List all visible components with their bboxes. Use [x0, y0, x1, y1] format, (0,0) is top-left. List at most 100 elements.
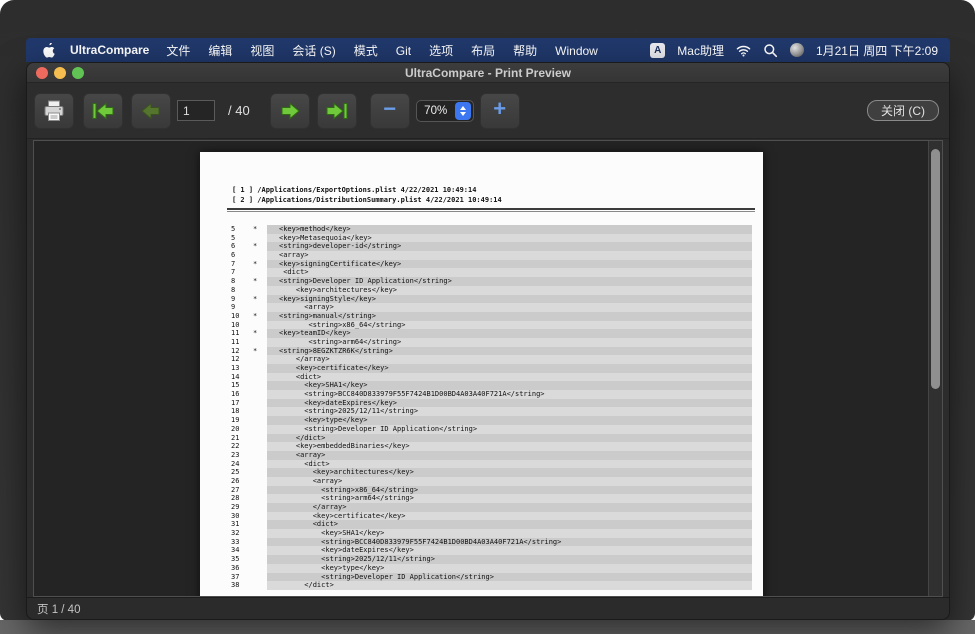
change-marker: *	[253, 347, 257, 356]
previous-page-button[interactable]	[131, 93, 171, 129]
line-number: 33	[231, 538, 239, 547]
menu-item[interactable]: 布局	[462, 44, 504, 58]
diff-row: 10 <string>x86_64</string>	[200, 321, 763, 330]
search-icon[interactable]	[763, 43, 778, 58]
diff-row: 37 <string>Developer ID Application</str…	[200, 573, 763, 582]
row-band	[267, 355, 752, 364]
line-text: <key>type</key>	[279, 564, 384, 573]
line-number: 9	[231, 303, 235, 312]
menu-item[interactable]: 模式	[345, 44, 387, 58]
vertical-scrollbar[interactable]	[928, 141, 942, 596]
change-marker: *	[253, 277, 257, 286]
diff-row: 20 <string>Developer ID Application</str…	[200, 425, 763, 434]
zoom-level-select[interactable]: 70%	[416, 100, 474, 122]
line-text: <string>Developer ID Application</string…	[279, 277, 452, 286]
apple-icon[interactable]	[42, 43, 56, 58]
diff-row: 11 * <key>teamID</key>	[200, 329, 763, 338]
diff-row: 15 <key>SHA1</key>	[200, 381, 763, 390]
menu-bar: UltraCompare 文件编辑视图会话 (S)模式Git选项布局帮助Wind…	[26, 38, 950, 62]
diff-row: 12*<string>8EGZKTZR6K</string>	[200, 347, 763, 356]
zoom-window-button[interactable]	[72, 67, 84, 79]
menu-item[interactable]: 选项	[420, 44, 462, 58]
ultracompare-window: UltraCompare - Print Preview /	[26, 62, 950, 620]
minimize-window-button[interactable]	[54, 67, 66, 79]
line-text: </dict>	[279, 434, 325, 443]
line-text: </array>	[279, 355, 330, 364]
row-band	[267, 460, 752, 469]
status-bar: 页 1 / 40	[27, 597, 949, 619]
menu-clock[interactable]: 1月21日 周四 下午2:09	[816, 42, 938, 59]
next-page-button[interactable]	[270, 93, 310, 129]
line-number: 11	[231, 329, 239, 338]
siri-icon[interactable]	[790, 43, 804, 57]
menu-item[interactable]: Window	[546, 44, 607, 58]
line-number: 10	[231, 312, 239, 321]
last-page-icon	[324, 100, 350, 122]
line-number: 27	[231, 486, 239, 495]
diff-row: 23 <array>	[200, 451, 763, 460]
menu-app-name[interactable]: UltraCompare	[70, 43, 149, 57]
input-method-icon[interactable]: A	[650, 43, 665, 58]
line-text: <key>certificate</key>	[279, 512, 405, 521]
menu-item[interactable]: 帮助	[504, 44, 546, 58]
diff-row: 6*<string>developer-id</string>	[200, 242, 763, 251]
diff-row: 5*<key>method</key>	[200, 225, 763, 234]
line-number: 8	[231, 277, 235, 286]
diff-row: 32 <key>SHA1</key>	[200, 529, 763, 538]
first-page-button[interactable]	[83, 93, 123, 129]
diff-row: 19 <key>type</key>	[200, 416, 763, 425]
diff-row: 18 <string>2025/12/11</string>	[200, 407, 763, 416]
document-page: [ 1 ] /Applications/ExportOptions.plist …	[200, 152, 763, 597]
change-marker: *	[253, 312, 257, 321]
line-text: <key>Metasequoia</key>	[279, 234, 372, 243]
menu-bar-status: A Mac助理 1月21日 周四 下午2:09	[650, 42, 950, 59]
diff-row: 10*<string>manual</string>	[200, 312, 763, 321]
menu-item[interactable]: 会话 (S)	[283, 44, 344, 58]
line-number: 15	[231, 381, 239, 390]
line-number: 7	[231, 268, 235, 277]
line-text: <key>SHA1</key>	[279, 381, 368, 390]
zoom-out-button[interactable]: −	[370, 93, 410, 129]
line-text: <dict>	[279, 268, 309, 277]
line-text: <key>teamID</key>	[279, 329, 351, 338]
close-window-button[interactable]	[36, 67, 48, 79]
diff-row: 16 <string>BCC840D833979F55F7424B1D00BD4…	[200, 390, 763, 399]
line-number: 37	[231, 573, 239, 582]
line-text: <key>dateExpires</key>	[279, 546, 414, 555]
window-title: UltraCompare - Print Preview	[405, 66, 571, 80]
line-text: <key>method</key>	[279, 225, 351, 234]
menu-item[interactable]: 编辑	[199, 44, 241, 58]
first-page-icon	[90, 100, 116, 122]
header-divider	[227, 208, 755, 212]
close-preview-button[interactable]: 关闭 (C)	[867, 100, 939, 121]
line-number: 23	[231, 451, 239, 460]
wifi-icon[interactable]	[736, 43, 751, 58]
print-button[interactable]	[34, 93, 74, 129]
line-number: 29	[231, 503, 239, 512]
page-number-input[interactable]	[177, 100, 215, 121]
menu-items: 文件编辑视图会话 (S)模式Git选项布局帮助Window	[157, 42, 606, 59]
diff-row: 27 <string>x86_64</string>	[200, 486, 763, 495]
line-text: <string>2025/12/11</string>	[279, 555, 435, 564]
page-total-label: / 40	[228, 103, 250, 118]
line-number: 10	[231, 321, 239, 330]
zoom-in-button[interactable]: +	[480, 93, 520, 129]
traffic-lights	[36, 67, 84, 79]
next-page-icon	[277, 100, 303, 122]
diff-row: 35 <string>2025/12/11</string>	[200, 555, 763, 564]
line-number: 12	[231, 355, 239, 364]
change-marker: *	[253, 329, 257, 338]
line-text: <key>certificate</key>	[279, 364, 389, 373]
last-page-button[interactable]	[317, 93, 357, 129]
menu-item[interactable]: Git	[387, 44, 420, 58]
row-band	[267, 373, 752, 382]
assistant-label[interactable]: Mac助理	[677, 42, 724, 59]
scrollbar-thumb[interactable]	[931, 149, 940, 389]
line-number: 31	[231, 520, 239, 529]
menu-item[interactable]: 视图	[241, 44, 283, 58]
line-number: 16	[231, 390, 239, 399]
line-text: <string>8EGZKTZR6K</string>	[279, 347, 393, 356]
line-text: <key>embeddedBinaries</key>	[279, 442, 410, 451]
menu-item[interactable]: 文件	[157, 44, 199, 58]
line-text: <key>architectures</key>	[279, 286, 397, 295]
